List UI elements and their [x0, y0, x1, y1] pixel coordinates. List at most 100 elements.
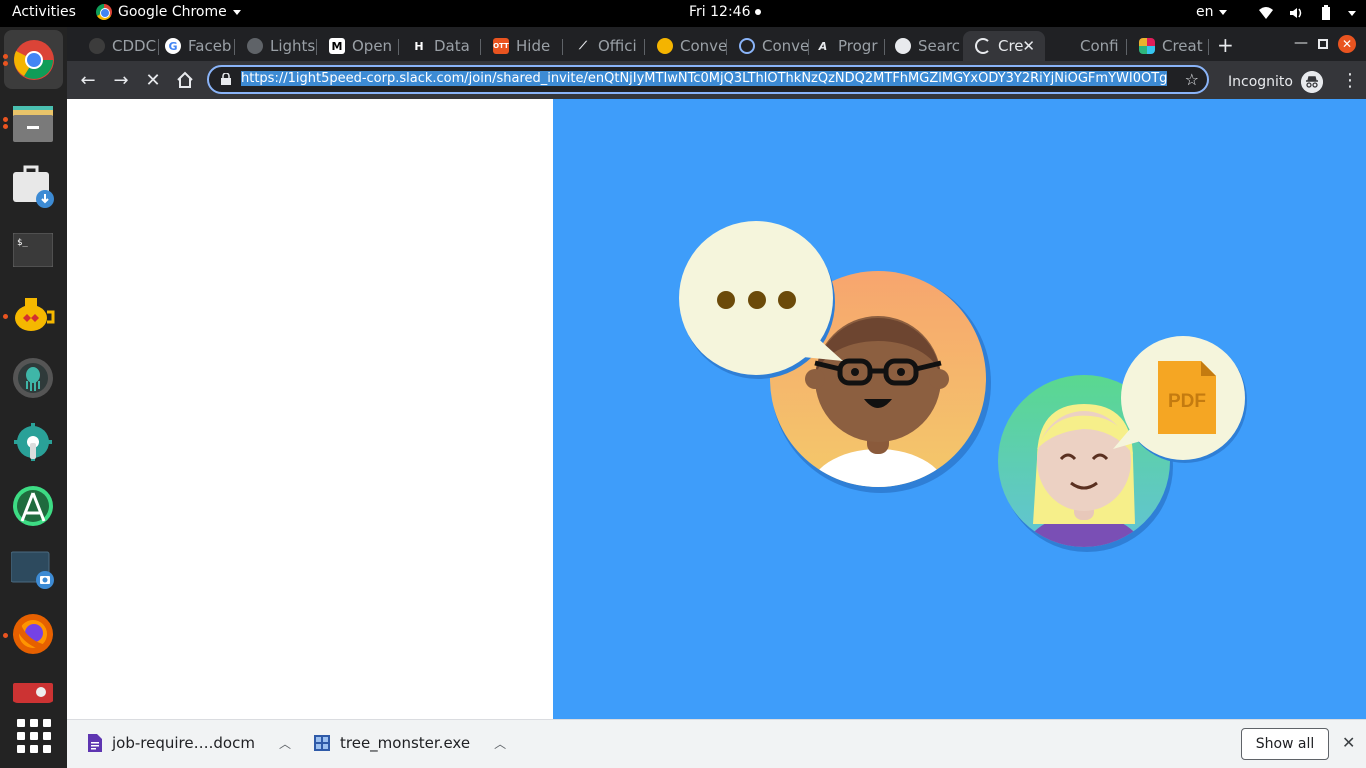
tab-hide[interactable]: OTT Hide — [481, 31, 563, 61]
chevron-down-icon — [1218, 9, 1227, 15]
app-menu[interactable]: Google Chrome — [96, 4, 241, 20]
exe-icon — [314, 735, 330, 751]
menu-kebab-icon[interactable]: ⋮ — [1341, 70, 1359, 91]
tab-label: Faceb — [188, 37, 232, 55]
lock-icon — [221, 73, 231, 85]
terminal-icon: $_ — [13, 233, 53, 267]
home-icon — [177, 71, 193, 88]
tab-label: Hide — [516, 37, 551, 55]
browser-toolbar: ← → ✕ https://1ight5peed-corp.slack.com/… — [67, 61, 1366, 99]
window-close-button[interactable]: ✕ — [1338, 35, 1356, 53]
tab-label: Lights — [270, 37, 316, 55]
tab-open[interactable]: M Open — [317, 31, 399, 61]
maximize-button[interactable] — [1318, 39, 1328, 49]
settings-icon — [14, 423, 52, 461]
download-item-exe[interactable]: tree_monster.exe ︿ — [314, 734, 506, 752]
running-indicator — [3, 61, 8, 66]
tab-label: CDDC — [112, 37, 157, 55]
people-chat-illustration: PDF — [679, 221, 1247, 552]
tab-label: Searc — [918, 37, 961, 55]
tab-conve-2[interactable]: Conve — [727, 31, 809, 61]
tab-creat[interactable]: Creat — [1127, 31, 1209, 61]
dock-files-icon[interactable] — [10, 101, 56, 147]
clock[interactable]: Fri 12:46 — [689, 4, 762, 20]
home-button[interactable] — [174, 69, 196, 91]
tab-data[interactable]: H Data — [399, 31, 481, 61]
language-selector[interactable]: en — [1196, 4, 1227, 20]
new-tab-button[interactable]: + — [1217, 33, 1234, 57]
tab-label: Conve — [762, 37, 809, 55]
tab-lights[interactable]: Lights — [235, 31, 317, 61]
dock-chrome-icon[interactable] — [4, 30, 63, 89]
tab-progr[interactable]: A Progr — [803, 31, 885, 61]
download-filename: job-require….docm — [112, 734, 255, 752]
close-icon[interactable]: ✕ — [1342, 733, 1355, 752]
screenshot-icon — [11, 551, 54, 589]
dock-app-icon[interactable] — [10, 677, 56, 703]
dock-gitkraken-icon[interactable] — [10, 355, 56, 401]
docm-icon — [88, 734, 102, 752]
show-all-button[interactable]: Show all — [1241, 728, 1329, 760]
forward-button[interactable]: → — [110, 69, 132, 91]
dock-settings-icon[interactable] — [10, 419, 56, 465]
chevron-up-icon[interactable]: ︿ — [279, 735, 291, 752]
tab-conve-1[interactable]: Conve — [645, 31, 727, 61]
tab-faceb[interactable]: G Faceb — [153, 31, 235, 61]
dock-screenshot-icon[interactable] — [10, 547, 56, 593]
gitkraken-icon — [13, 358, 53, 398]
system-tray[interactable] — [1258, 5, 1356, 21]
tab-strip: CDDC G Faceb Lights M Open H Data OTT Hi… — [67, 27, 1366, 61]
clock-text: Fri 12:46 — [689, 4, 751, 20]
pdf-label: PDF — [1168, 391, 1206, 412]
dock-terminal-icon[interactable]: $_ — [10, 227, 56, 273]
chevron-down-icon — [232, 9, 241, 15]
loading-icon — [975, 38, 991, 54]
grid-icon[interactable] — [17, 719, 51, 753]
download-shelf: job-require….docm ︿ tree_monster.exe ︿ S… — [67, 719, 1366, 768]
tab-cre-active[interactable]: Cre ✕ — [963, 31, 1045, 61]
bookmark-star-icon[interactable]: ☆ — [1185, 70, 1199, 89]
incognito-icon — [1300, 71, 1323, 93]
running-indicator — [3, 314, 8, 319]
tab-searc[interactable]: Searc — [883, 31, 965, 61]
cddc-icon — [89, 38, 105, 54]
download-item-docm[interactable]: job-require….docm ︿ — [88, 734, 291, 752]
incognito-label: Incognito — [1228, 74, 1293, 90]
tab-offici[interactable]: ⟋ Offici — [563, 31, 645, 61]
running-indicator — [3, 117, 8, 122]
software-updater-icon — [13, 165, 54, 208]
tab-confi[interactable]: Confi — [1045, 31, 1127, 61]
dock-updater-icon[interactable] — [10, 163, 56, 209]
url-text[interactable]: https://1ight5peed-corp.slack.com/join/s… — [241, 71, 1171, 89]
system-top-bar: Activities Google Chrome Fri 12:46 en — [0, 0, 1366, 27]
close-icon[interactable]: ✕ — [1022, 37, 1035, 55]
firefox-icon — [13, 614, 53, 654]
google-icon: G — [165, 38, 181, 54]
hero-illustration-panel: PDF — [553, 99, 1366, 719]
address-bar[interactable]: https://1ight5peed-corp.slack.com/join/s… — [207, 65, 1209, 94]
tab-label: Conve — [680, 37, 727, 55]
chevron-up-icon[interactable]: ︿ — [494, 735, 506, 752]
dock-firefox-icon[interactable] — [10, 611, 56, 657]
convert-icon — [657, 38, 673, 54]
back-button[interactable]: ← — [77, 69, 99, 91]
tab-label: Progr — [838, 37, 878, 55]
tab-cddc[interactable]: CDDC — [77, 31, 159, 61]
minimize-button[interactable]: — — [1294, 35, 1308, 51]
android-studio-icon — [13, 486, 53, 526]
running-indicator — [3, 633, 8, 638]
medium-icon: M — [329, 38, 345, 54]
activities-button[interactable]: Activities — [12, 4, 76, 20]
official-icon: ⟋ — [579, 39, 587, 52]
hide-icon: OTT — [493, 38, 509, 54]
dock-teapot-icon[interactable] — [10, 291, 56, 337]
page-content: PDF — [67, 99, 1366, 719]
data-icon: H — [411, 38, 427, 54]
incognito-indicator[interactable]: Incognito — [1228, 71, 1323, 93]
stop-button[interactable]: ✕ — [142, 69, 164, 91]
dock-android-studio-icon[interactable] — [10, 483, 56, 529]
config-icon — [1057, 38, 1073, 54]
running-indicator — [3, 124, 8, 129]
tab-label: Open — [352, 37, 393, 55]
slack-icon — [1139, 38, 1155, 54]
